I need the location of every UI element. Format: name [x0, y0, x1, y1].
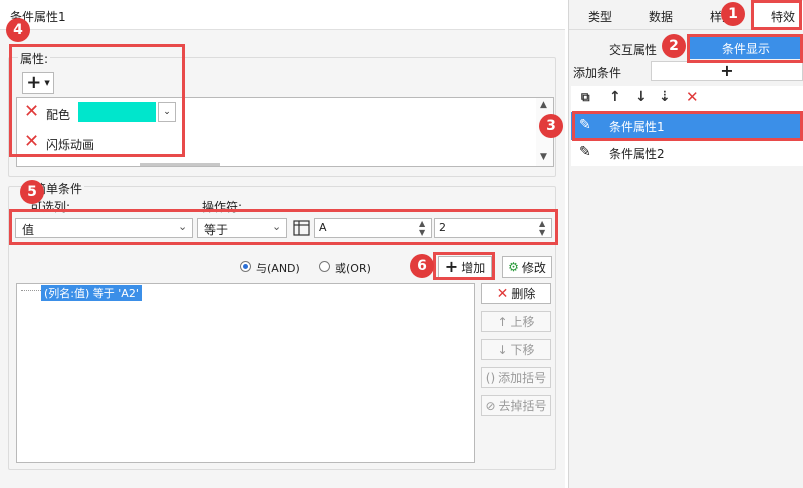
- move-down-button[interactable]: ↓ 下移: [481, 339, 551, 360]
- add-bracket-button[interactable]: () 添加括号: [481, 367, 551, 388]
- step-badge: 4: [6, 18, 30, 42]
- condition-item-label: 条件属性2: [609, 147, 665, 161]
- and-label: 与(AND): [256, 262, 300, 275]
- condition-toolbar: ⧉ ↑ ↓ ⇣ ✕: [571, 86, 803, 112]
- move-to-bottom-icon[interactable]: ⇣: [659, 89, 671, 105]
- step-badge: 6: [410, 254, 434, 278]
- or-label: 或(OR): [335, 262, 371, 275]
- arrow-down-icon: ↓: [497, 342, 508, 357]
- or-radio[interactable]: 或(OR): [319, 259, 397, 275]
- close-icon: ✕: [496, 285, 509, 302]
- move-up-button[interactable]: ↑ 上移: [481, 311, 551, 332]
- delete-button[interactable]: ✕ 删除: [481, 283, 551, 304]
- highlight-effects-tab: [751, 0, 802, 30]
- add-bracket-label: 添加括号: [498, 371, 547, 385]
- tree-line: [21, 290, 41, 291]
- modify-button[interactable]: ⚙ 修改: [502, 256, 552, 278]
- radio-dot-icon: [243, 264, 248, 269]
- arrow-up-icon[interactable]: ↑: [609, 89, 621, 105]
- scroll-up-icon[interactable]: ▲: [540, 100, 547, 110]
- tab-data[interactable]: 数据: [649, 8, 673, 25]
- plus-icon: +: [720, 61, 734, 80]
- tab-type[interactable]: 类型: [588, 8, 612, 25]
- arrow-down-icon[interactable]: ↓: [635, 89, 647, 105]
- move-down-label: 下移: [510, 343, 535, 357]
- list-item[interactable]: (列名:值) 等于 'A2': [41, 285, 142, 301]
- delete-icon[interactable]: ✕: [686, 90, 699, 105]
- copy-icon[interactable]: ⧉: [581, 90, 590, 105]
- arrow-up-icon: ↑: [497, 314, 508, 329]
- add-condition-label: 添加条件: [573, 66, 622, 80]
- move-up-label: 上移: [510, 315, 535, 329]
- radio-icon: [319, 261, 330, 272]
- effects-panel: 类型 数据 样式 特效 交互属性 条件显示 添加条件 + ⧉ ↑ ↓ ⇣ ✕ ✎…: [568, 0, 803, 488]
- pencil-icon: ✎: [579, 144, 591, 160]
- remove-bracket-icon: ⊘: [485, 398, 496, 413]
- remove-bracket-button[interactable]: ⊘ 去掉括号: [481, 395, 551, 416]
- and-radio[interactable]: 与(AND): [240, 259, 318, 275]
- remove-bracket-label: 去掉括号: [498, 399, 547, 413]
- step-badge: 1: [721, 2, 745, 26]
- delete-button-label: 删除: [511, 287, 536, 301]
- highlight-condition-display: [687, 34, 803, 63]
- modify-button-label: 修改: [521, 260, 546, 275]
- step-badge: 2: [662, 34, 686, 58]
- edit-green-icon: ⚙: [508, 260, 519, 274]
- step-badge: 3: [539, 114, 563, 138]
- add-condition-button[interactable]: +: [651, 61, 803, 81]
- condition-item[interactable]: ✎ 条件属性2: [571, 140, 803, 166]
- bracket-icon: (): [485, 370, 496, 385]
- horizontal-scroll-thumb[interactable]: [140, 163, 220, 166]
- scroll-down-icon[interactable]: ▼: [540, 152, 547, 162]
- radio-icon: [240, 261, 251, 272]
- step-badge: 5: [20, 180, 44, 204]
- highlight-add-button: [433, 252, 495, 280]
- highlight-condition-item: [572, 111, 803, 141]
- condition-list[interactable]: (列名:值) 等于 'A2': [16, 283, 475, 463]
- dialog-title-bar: 条件属性1: [0, 0, 565, 30]
- highlight-properties: [9, 44, 185, 157]
- subtab-interaction[interactable]: 交互属性: [609, 41, 657, 58]
- highlight-condition-row: [9, 209, 558, 245]
